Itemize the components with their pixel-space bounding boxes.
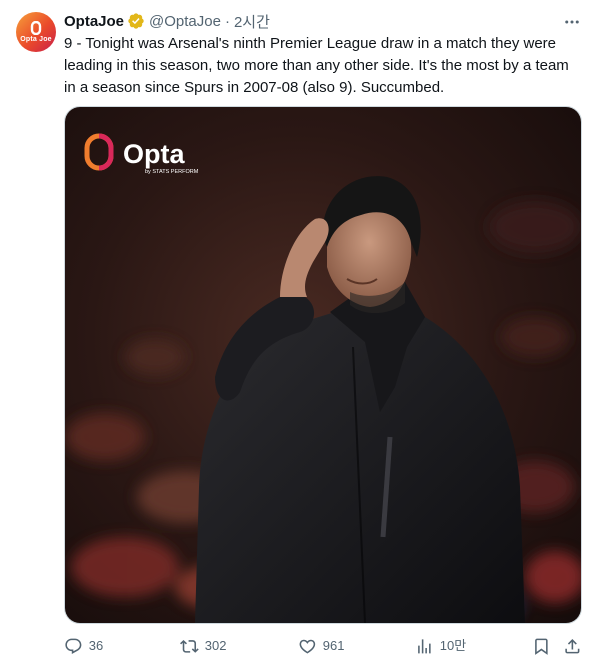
separator-dot: · (224, 12, 230, 30)
share-icon (565, 638, 580, 654)
photo-logo-subtext: by STATS PERFORM (145, 169, 199, 175)
views-button[interactable]: 10만 (415, 634, 466, 658)
avatar-text: Opta Joe (20, 36, 52, 43)
repost-icon (180, 639, 199, 653)
tweet-card[interactable]: Opta Joe OptaJoe @OptaJoe · 2시간 9 - Toni… (0, 0, 598, 668)
tweet-header: OptaJoe @OptaJoe · 2시간 (64, 11, 270, 31)
bookmark-icon (535, 638, 548, 655)
repost-count: 302 (204, 638, 227, 653)
verified-badge-icon[interactable] (127, 12, 145, 30)
reply-button[interactable]: 36 (64, 634, 103, 658)
reply-icon (65, 638, 82, 654)
action-bar: 36 302 961 10만 (64, 634, 582, 658)
more-icon (565, 20, 579, 24)
tweet-time[interactable]: 2시간 (234, 11, 270, 32)
photo-logo-text: Opta (123, 139, 185, 169)
repost-button[interactable]: 302 (180, 634, 226, 658)
bookmark-button[interactable] (532, 634, 557, 658)
like-button[interactable]: 961 (298, 634, 344, 658)
views-count: 10만 (439, 638, 467, 653)
tweet-photo[interactable]: Opta by STATS PERFORM (64, 106, 582, 624)
author-handle[interactable]: @OptaJoe (149, 13, 221, 30)
more-button[interactable] (562, 12, 582, 32)
opta-logo-icon (30, 21, 42, 35)
views-icon (418, 638, 431, 654)
like-count: 961 (322, 638, 345, 653)
reply-count: 36 (88, 638, 104, 653)
photo-image: Opta by STATS PERFORM (65, 107, 581, 623)
tweet-text: 9 - Tonight was Arsenal's ninth Premier … (64, 35, 569, 96)
author-name[interactable]: OptaJoe (64, 13, 124, 30)
share-button[interactable] (563, 634, 588, 658)
like-icon (299, 639, 316, 654)
author-avatar[interactable]: Opta Joe (16, 12, 56, 52)
